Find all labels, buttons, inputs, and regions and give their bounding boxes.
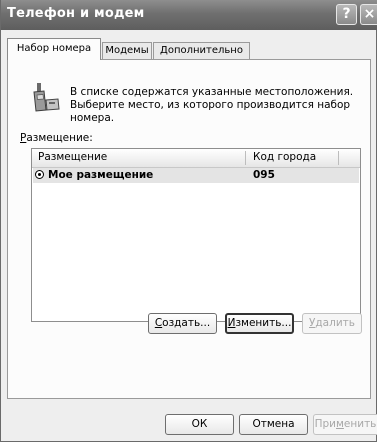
column-header-location[interactable]: Размещение [38, 151, 107, 163]
close-icon: × [363, 6, 376, 22]
tab-advanced[interactable]: Дополнительно [153, 42, 250, 59]
button-text: При [314, 418, 336, 430]
title-bar[interactable]: Телефон и модем ? × [1, 0, 377, 30]
close-button[interactable]: × [360, 4, 377, 25]
locations-label: Размещение: [20, 132, 93, 144]
help-icon: ? [342, 6, 351, 22]
button-text: зменить... [235, 317, 292, 329]
button-text: оздать... [162, 317, 211, 329]
apply-button[interactable]: Применить [313, 414, 377, 435]
location-name: Мое размещение [48, 169, 154, 181]
table-row[interactable]: Мое размещение 095 [33, 168, 359, 183]
tab-label: Набор номера [16, 43, 92, 54]
button-text: енить [343, 418, 377, 430]
button-mnemonic: м [336, 418, 344, 430]
cancel-button[interactable]: Отмена [239, 414, 308, 435]
button-text: Отмена [252, 418, 295, 430]
button-text: ОК [191, 418, 208, 430]
column-divider[interactable] [338, 151, 339, 165]
delete-button[interactable]: Удалить [302, 313, 362, 334]
selected-location-radio-icon [35, 170, 44, 179]
help-button[interactable]: ? [336, 4, 357, 25]
tab-dialing-rules[interactable]: Набор номера [7, 38, 101, 60]
tab-panel: В списке содержатся указанные местополож… [7, 59, 371, 399]
label-text: азмещение: [26, 132, 93, 144]
location-area-code: 095 [253, 169, 275, 181]
ok-button[interactable]: ОК [165, 414, 234, 435]
tab-label: Модемы [105, 45, 149, 56]
edit-button[interactable]: Изменить... [225, 313, 294, 334]
button-text: далить [315, 317, 355, 329]
phone-icon [33, 83, 60, 112]
column-header-area-code[interactable]: Код города [253, 151, 316, 163]
info-line: В списке содержатся указанные местополож… [70, 86, 354, 98]
info-text: В списке содержатся указанные местополож… [70, 86, 370, 125]
column-divider[interactable] [245, 151, 246, 165]
locations-list[interactable]: Размещение Код города Мое размещение 095 [31, 148, 361, 322]
create-button[interactable]: Создать... [148, 313, 217, 334]
list-header: Размещение Код города [32, 149, 360, 168]
tab-modems[interactable]: Модемы [102, 42, 152, 59]
info-line: Выберите место, из которого производится… [70, 99, 351, 124]
window-title: Телефон и модем [7, 6, 145, 21]
tab-label: Дополнительно [160, 45, 243, 56]
phone-and-modem-dialog: Телефон и модем ? × Набор номера Модемы … [0, 0, 377, 442]
